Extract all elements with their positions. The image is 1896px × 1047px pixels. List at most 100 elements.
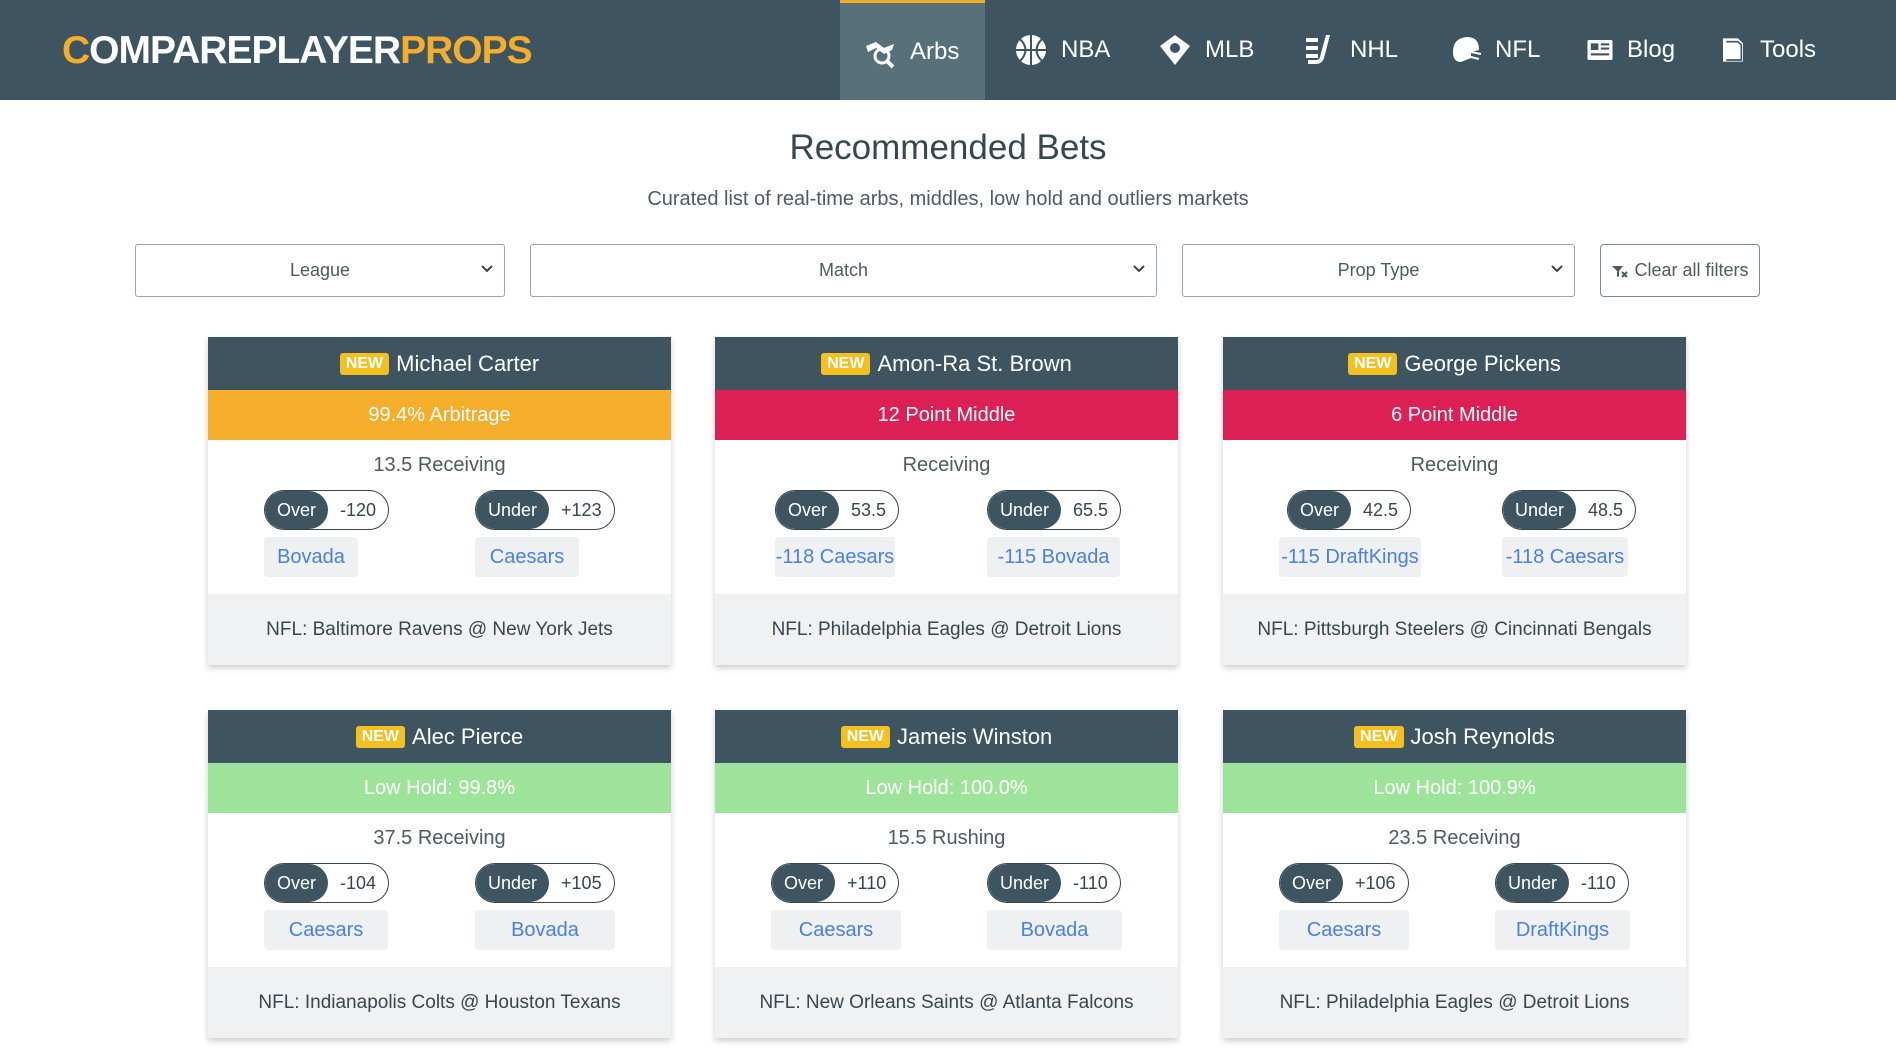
market-label: Receiving [902, 454, 991, 476]
under-pill[interactable]: Under 48.5 [1502, 490, 1637, 530]
under-pill[interactable]: Under 65.5 [987, 490, 1122, 530]
new-badge: NEW [821, 352, 871, 375]
chevron-down-icon [1133, 265, 1145, 273]
over-pill[interactable]: Over 53.5 [775, 490, 900, 530]
over-pill[interactable]: Over 42.5 [1287, 490, 1412, 530]
nav-item-nba[interactable]: NBA [1013, 0, 1110, 100]
league-select[interactable]: League [135, 244, 505, 297]
new-badge: NEW [339, 352, 390, 375]
match-footer: NFL: Indianapolis Colts @ Houston Texans [208, 967, 671, 1038]
clear-filters-button[interactable]: Clear all filters [1600, 244, 1760, 297]
chevron-down-icon [1551, 265, 1563, 273]
site-logo[interactable]: COMPAREPLAYERPROPS [62, 28, 533, 74]
nav-item-mlb[interactable]: MLB [1157, 0, 1254, 100]
over-sportsbook-link[interactable]: Caesars [771, 910, 901, 950]
player-name[interactable]: Josh Reynolds [1411, 724, 1555, 750]
player-name[interactable]: Jameis Winston [897, 724, 1052, 750]
card-body: 15.5 Rushing Over +110 Under -110 Caesar… [715, 813, 1178, 967]
over-sportsbook-link[interactable]: Bovada [264, 537, 358, 577]
player-name[interactable]: Amon-Ra St. Brown [877, 351, 1071, 377]
over-pill[interactable]: Over +106 [1279, 863, 1409, 903]
bet-type-label: 99.4% Arbitrage [368, 403, 511, 426]
logo-middle: OMPAREPLAYER [89, 29, 401, 72]
bet-card: NEW Alec Pierce Low Hold: 99.8% 37.5 Rec… [208, 710, 671, 1038]
new-badge: NEW [840, 725, 891, 748]
new-badge: NEW [1348, 352, 1398, 375]
bet-type-banner: Low Hold: 100.9% [1223, 763, 1686, 813]
match-footer: NFL: Baltimore Ravens @ New York Jets [208, 594, 671, 665]
nav-item-nhl[interactable]: NHL [1302, 0, 1398, 100]
under-label: Under [988, 864, 1062, 902]
under-sportsbook-link[interactable]: Bovada [987, 910, 1122, 950]
prop-type-select[interactable]: Prop Type [1182, 244, 1575, 297]
bet-card: NEW George Pickens 6 Point Middle Receiv… [1223, 337, 1686, 665]
over-sportsbook-link[interactable]: -115 DraftKings [1279, 537, 1421, 577]
baseball-icon [1160, 35, 1190, 65]
bet-type-banner: 99.4% Arbitrage [208, 390, 671, 440]
under-pill[interactable]: Under -110 [1495, 863, 1629, 903]
market-label: 23.5 Receiving [1388, 827, 1521, 849]
clear-filters-label: Clear all filters [1634, 260, 1749, 280]
market-label: 13.5 Receiving [373, 454, 506, 476]
under-sportsbook-link[interactable]: -115 Bovada [987, 537, 1120, 577]
match-label: NFL: Pittsburgh Steelers @ Cincinnati Be… [1257, 618, 1652, 640]
under-label: Under [1496, 864, 1570, 902]
under-label: Under [988, 491, 1062, 529]
nav-item-nfl[interactable]: NFL [1447, 0, 1540, 100]
match-label: NFL: Philadelphia Eagles @ Detroit Lions [771, 618, 1122, 640]
under-value: 48.5 [1588, 499, 1624, 520]
bet-type-banner: 6 Point Middle [1223, 390, 1686, 440]
bet-type-label: Low Hold: 99.8% [363, 776, 516, 799]
match-select-value: Match [818, 260, 869, 280]
football-helmet-icon [1453, 37, 1482, 62]
under-pill[interactable]: Under -110 [987, 863, 1121, 903]
over-value: 42.5 [1363, 499, 1399, 520]
under-label: Under [1503, 491, 1577, 529]
player-name[interactable]: George Pickens [1404, 351, 1561, 377]
nav-label-nhl: NHL [1350, 36, 1399, 63]
match-label: NFL: Philadelphia Eagles @ Detroit Lions [1279, 991, 1630, 1013]
match-label: NFL: Baltimore Ravens @ New York Jets [266, 618, 613, 640]
card-body: Receiving Over 53.5 Under 65.5 -118 Caes… [715, 440, 1178, 594]
under-label: Under [476, 491, 550, 529]
nav-label-tools: Tools [1760, 36, 1817, 63]
bet-type-label: 6 Point Middle [1391, 403, 1518, 426]
bet-card: NEW Amon-Ra St. Brown 12 Point Middle Re… [715, 337, 1178, 665]
over-sportsbook-link[interactable]: Caesars [1279, 910, 1409, 950]
match-footer: NFL: Philadelphia Eagles @ Detroit Lions [1223, 967, 1686, 1038]
match-footer: NFL: Philadelphia Eagles @ Detroit Lions [715, 594, 1178, 665]
nav-item-blog[interactable]: Blog [1585, 0, 1675, 100]
under-label: Under [476, 864, 550, 902]
under-sportsbook-link[interactable]: DraftKings [1495, 910, 1630, 950]
over-sportsbook-link[interactable]: -118 Caesars [775, 537, 895, 577]
hockey-icon [1306, 35, 1330, 64]
bet-type-banner: Low Hold: 100.0% [715, 763, 1178, 813]
over-pill[interactable]: Over -120 [264, 490, 390, 530]
under-pill[interactable]: Under +123 [475, 490, 615, 530]
bet-type-banner: Low Hold: 99.8% [208, 763, 671, 813]
player-name[interactable]: Michael Carter [396, 351, 539, 377]
page-title: Recommended Bets [789, 128, 1107, 167]
over-sportsbook-link[interactable]: Caesars [264, 910, 388, 950]
nav-item-tools[interactable]: Tools [1718, 0, 1816, 100]
over-pill[interactable]: Over -104 [264, 863, 390, 903]
new-badge: NEW [1354, 725, 1404, 748]
nav-label-arbs: Arbs [910, 37, 960, 65]
under-pill[interactable]: Under +105 [475, 863, 615, 903]
bet-card: NEW Michael Carter 99.4% Arbitrage 13.5 … [208, 337, 671, 665]
player-name[interactable]: Alec Pierce [412, 724, 523, 750]
match-select[interactable]: Match [530, 244, 1157, 297]
basketball-icon [1016, 35, 1046, 65]
under-sportsbook-link[interactable]: Bovada [475, 910, 615, 950]
match-footer: NFL: Pittsburgh Steelers @ Cincinnati Be… [1223, 594, 1686, 665]
over-pill[interactable]: Over +110 [771, 863, 900, 903]
card-header: NEW Michael Carter [208, 337, 671, 390]
match-footer: NFL: New Orleans Saints @ Atlanta Falcon… [715, 967, 1178, 1038]
filter-clear-icon [1612, 265, 1629, 278]
under-sportsbook-link[interactable]: -118 Caesars [1502, 537, 1628, 577]
card-body: 37.5 Receiving Over -104 Under +105 Caes… [208, 813, 671, 967]
card-body: Receiving Over 42.5 Under 48.5 -115 Draf… [1223, 440, 1686, 594]
under-sportsbook-link[interactable]: Caesars [475, 537, 579, 577]
card-body: 23.5 Receiving Over +106 Under -110 Caes… [1223, 813, 1686, 967]
nav-item-arbs[interactable]: Arbs [840, 0, 985, 100]
